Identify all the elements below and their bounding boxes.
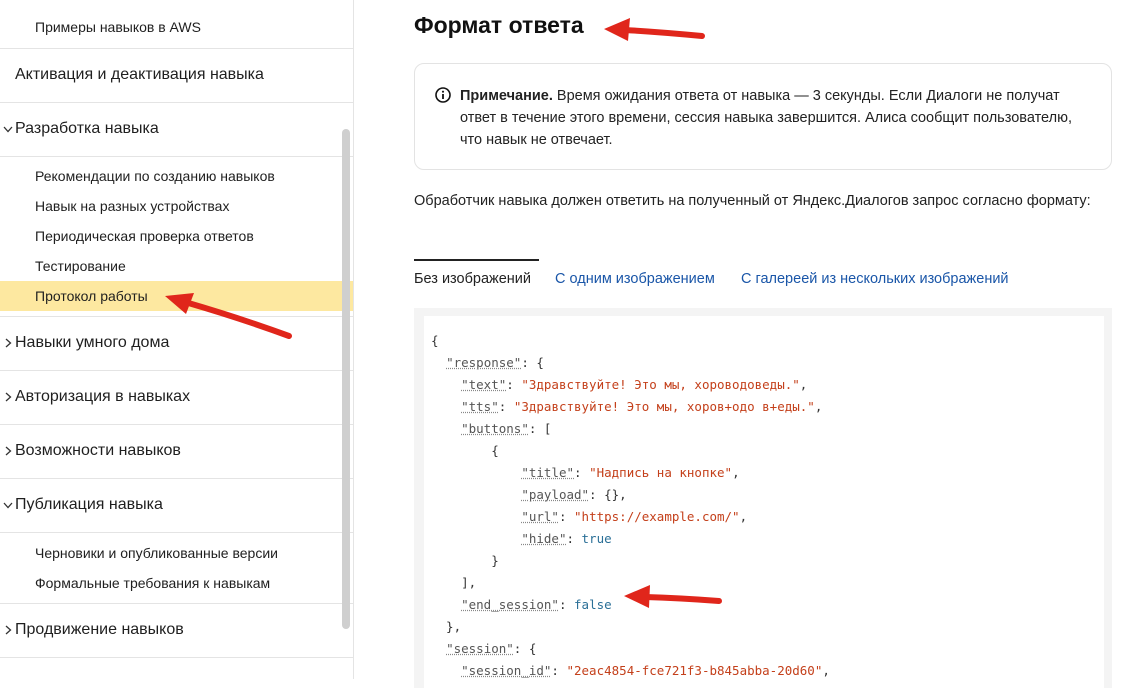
code-line: "url": "https://example.com/", bbox=[431, 506, 747, 528]
chevron-right-icon bbox=[2, 603, 14, 657]
active-tab-indicator bbox=[414, 259, 539, 261]
code-line: "text": "Здравствуйте! Это мы, хороводов… bbox=[431, 374, 807, 396]
code-line: "title": "Надпись на кнопке", bbox=[431, 462, 740, 484]
chevron-right-icon bbox=[2, 316, 14, 370]
sidebar-item-label: Формальные требования к навыкам bbox=[35, 575, 270, 591]
sidebar-item-label: Черновики и опубликованные версии bbox=[35, 545, 278, 561]
code-line: "session": { bbox=[431, 638, 536, 660]
code-line: } bbox=[431, 550, 499, 572]
sidebar-item-capabilities[interactable]: Возможности навыков bbox=[0, 424, 353, 478]
sidebar-item-authorization[interactable]: Авторизация в навыках bbox=[0, 370, 353, 424]
sidebar-item-label: Активация и деактивация навыка bbox=[15, 48, 264, 102]
tab-one-image[interactable]: С одним изображением bbox=[555, 268, 715, 290]
code-line: "end_session": false bbox=[431, 594, 612, 616]
info-icon bbox=[435, 87, 451, 103]
sidebar-item-smart-home[interactable]: Навыки умного дома bbox=[0, 316, 353, 370]
sidebar-item-devices[interactable]: Навык на разных устройствах bbox=[0, 191, 353, 221]
sidebar-scrollbar[interactable] bbox=[342, 129, 350, 629]
sidebar-item-promotion[interactable]: Продвижение навыков bbox=[0, 603, 353, 657]
chevron-down-icon bbox=[2, 478, 14, 532]
sidebar-item-recommendations[interactable]: Рекомендации по созданию навыков bbox=[0, 161, 353, 191]
sidebar-nav: Примеры навыков в AWS Активация и деакти… bbox=[0, 0, 353, 679]
sidebar-item-label: Тестирование bbox=[35, 258, 126, 274]
sidebar-item-label: Возможности навыков bbox=[15, 424, 181, 478]
tab-no-images[interactable]: Без изображений bbox=[414, 268, 531, 290]
sidebar-item-drafts[interactable]: Черновики и опубликованные версии bbox=[0, 538, 353, 568]
note-label: Примечание. bbox=[460, 88, 553, 104]
sidebar-item-label: Навыки умного дома bbox=[15, 316, 169, 370]
sidebar-item-label: Рекомендации по созданию навыков bbox=[35, 168, 275, 184]
code-line: "hide": true bbox=[431, 528, 612, 550]
sidebar-item-label: Примеры навыков в AWS bbox=[35, 19, 201, 35]
code-line: }, bbox=[431, 616, 461, 638]
code-line: "buttons": [ bbox=[431, 418, 551, 440]
sidebar-item-testing[interactable]: Тестирование bbox=[0, 251, 353, 281]
sidebar-item-activation[interactable]: Активация и деактивация навыка bbox=[0, 48, 353, 102]
main-content: Формат ответа Примечание. Время ожидания… bbox=[354, 0, 1123, 679]
chevron-right-icon bbox=[2, 370, 14, 424]
chevron-down-icon bbox=[2, 102, 14, 156]
divider bbox=[0, 657, 353, 658]
sidebar-item-aws-examples[interactable]: Примеры навыков в AWS bbox=[0, 12, 353, 42]
sidebar-item-periodic-check[interactable]: Периодическая проверка ответов bbox=[0, 221, 353, 251]
sidebar-item-label: Разработка навыка bbox=[15, 102, 159, 156]
sidebar-item-label: Публикация навыка bbox=[15, 478, 163, 532]
divider bbox=[0, 532, 353, 533]
code-block: { "response": { "text": "Здравствуйте! Э… bbox=[414, 308, 1112, 688]
sidebar-item-protocol[interactable]: Протокол работы bbox=[0, 281, 353, 311]
sidebar-item-label: Протокол работы bbox=[35, 288, 148, 304]
note-box: Примечание. Время ожидания ответа от нав… bbox=[414, 63, 1112, 170]
sidebar-item-label: Навык на разных устройствах bbox=[35, 198, 229, 214]
code-line: { bbox=[431, 440, 499, 462]
sidebar-item-requirements[interactable]: Формальные требования к навыкам bbox=[0, 568, 353, 598]
code-line: "response": { bbox=[431, 352, 544, 374]
code-line: "tts": "Здравствуйте! Это мы, хоров+одо … bbox=[431, 396, 822, 418]
sidebar-item-skill-development[interactable]: Разработка навыка bbox=[0, 102, 353, 156]
tab-gallery[interactable]: С галереей из нескольких изображений bbox=[741, 268, 1009, 290]
code-line: { bbox=[431, 330, 439, 352]
page-title: Формат ответа bbox=[414, 12, 584, 39]
code-area: { "response": { "text": "Здравствуйте! Э… bbox=[424, 316, 1104, 696]
divider bbox=[0, 156, 353, 157]
sidebar-item-label: Периодическая проверка ответов bbox=[35, 228, 254, 244]
format-description: Обработчик навыка должен ответить на пол… bbox=[414, 190, 1094, 213]
chevron-right-icon bbox=[2, 424, 14, 478]
code-line: ], bbox=[431, 572, 476, 594]
sidebar-item-label: Авторизация в навыках bbox=[15, 370, 190, 424]
code-line: "payload": {}, bbox=[431, 484, 627, 506]
sidebar-item-label: Продвижение навыков bbox=[15, 603, 184, 657]
sidebar-item-publication[interactable]: Публикация навыка bbox=[0, 478, 353, 532]
